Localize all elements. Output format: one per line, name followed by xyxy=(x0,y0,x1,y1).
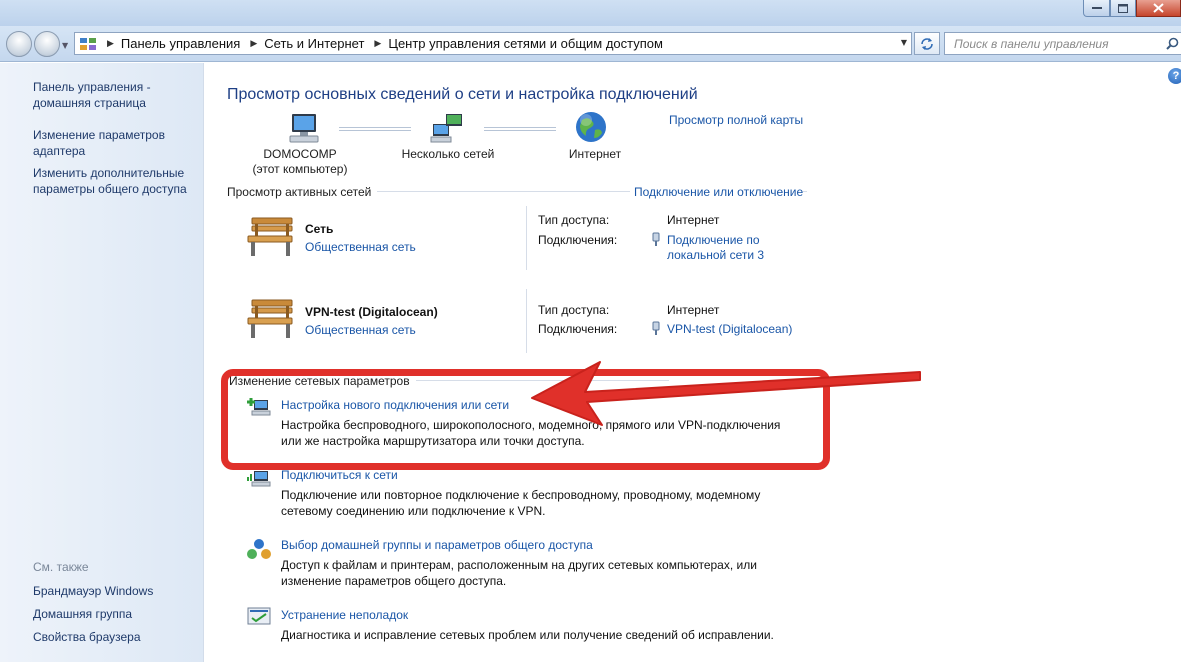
network-divider xyxy=(526,206,527,270)
sidebar: Панель управления - домашняя страница Из… xyxy=(0,63,204,662)
full-map-link[interactable]: Просмотр полной карты xyxy=(669,113,803,127)
task-description: Диагностика и исправление сетевых пробле… xyxy=(281,627,801,643)
computer-icon xyxy=(289,114,319,143)
computer-sub: (этот компьютер) xyxy=(252,162,348,176)
search-input[interactable]: Поиск в панели управления xyxy=(954,37,1109,51)
multiple-networks-icon xyxy=(430,114,462,143)
connections-label: Подключения: xyxy=(538,233,618,247)
minimize-button[interactable] xyxy=(1083,0,1110,17)
breadcrumb-separator-icon[interactable]: ▶ xyxy=(107,39,114,49)
minimize-icon xyxy=(1091,7,1102,9)
connect-disconnect-link[interactable]: Подключение или отключение xyxy=(630,185,804,199)
sidebar-control-panel-home-link[interactable]: Панель управления - домашняя страница xyxy=(33,79,198,111)
network-name: Сеть xyxy=(305,222,334,236)
connections-label: Подключения: xyxy=(538,322,618,336)
public-network-bench-icon xyxy=(247,217,293,256)
internet-globe-icon xyxy=(576,112,606,142)
task-description: Доступ к файлам и принтерам, расположенн… xyxy=(281,557,801,589)
help-icon[interactable]: ? xyxy=(1168,68,1181,84)
access-type-label: Тип доступа: xyxy=(538,213,610,227)
homegroup-sharing-link[interactable]: Выбор домашней группы и параметров общег… xyxy=(281,538,593,552)
network-type-link[interactable]: Общественная сеть xyxy=(305,323,416,337)
sidebar-adapter-settings-link[interactable]: Изменение параметров адаптера xyxy=(33,127,198,159)
task-description-line: Подключение или повторное подключение к … xyxy=(281,488,761,502)
access-type-value: Интернет xyxy=(667,213,720,227)
close-icon xyxy=(1153,3,1164,13)
breadcrumb-network-internet[interactable]: Сеть и Интернет xyxy=(264,36,364,51)
network-name: VPN-test (Digitalocean) xyxy=(305,305,438,319)
connection-link[interactable]: Подключение по локальной сети 3 xyxy=(667,233,764,263)
task-description-line: Диагностика и исправление сетевых пробле… xyxy=(281,628,774,642)
back-button[interactable] xyxy=(6,31,32,57)
network-divider xyxy=(526,289,527,353)
map-computer-label: DOMOCOMP (этот компьютер) xyxy=(245,147,355,177)
connection-link-line-1[interactable]: Подключение по xyxy=(667,233,764,248)
task-description-line: сетевому соединению или подключение к VP… xyxy=(281,504,546,518)
history-dropdown-icon[interactable]: ▼ xyxy=(62,41,68,50)
sidebar-sharing-settings-link[interactable]: Изменить дополнительные параметры общего… xyxy=(33,165,198,197)
troubleshoot-icon xyxy=(247,607,271,625)
task-description-line: изменение параметров общего доступа. xyxy=(281,574,507,588)
connect-to-network-icon xyxy=(247,471,271,487)
ethernet-icon xyxy=(652,321,660,335)
connection-link[interactable]: VPN-test (Digitalocean) xyxy=(667,322,792,337)
search-icon[interactable] xyxy=(1166,37,1179,50)
breadcrumb-separator-icon[interactable]: ▶ xyxy=(250,39,257,49)
forward-button[interactable] xyxy=(34,31,60,57)
see-also-browser-properties-link[interactable]: Свойства браузера xyxy=(33,629,198,645)
homegroup-icon xyxy=(247,539,271,559)
refresh-icon xyxy=(921,37,933,50)
see-also-heading: См. также xyxy=(33,560,89,574)
see-also-firewall-link[interactable]: Брандмауэр Windows xyxy=(33,583,198,599)
close-button[interactable] xyxy=(1136,0,1181,17)
control-panel-icon xyxy=(80,37,96,50)
breadcrumb-separator-icon[interactable]: ▶ xyxy=(374,39,381,49)
connect-to-network-link[interactable]: Подключиться к сети xyxy=(281,468,398,482)
breadcrumb-network-center[interactable]: Центр управления сетями и общим доступом xyxy=(388,36,663,51)
computer-name: DOMOCOMP xyxy=(263,147,337,161)
see-also-homegroup-link[interactable]: Домашняя группа xyxy=(33,606,198,622)
window-controls xyxy=(1083,0,1181,18)
address-bar[interactable]: ▶ Панель управления ▶ Сеть и Интернет ▶ … xyxy=(74,32,912,55)
maximize-button[interactable] xyxy=(1110,0,1136,17)
active-networks-heading: Просмотр активных сетей xyxy=(227,185,378,199)
access-type-label: Тип доступа: xyxy=(538,303,610,317)
access-type-value: Интернет xyxy=(667,303,720,317)
map-middle-label: Несколько сетей xyxy=(401,147,495,161)
navigation-bar: ▼ ▶ Панель управления ▶ Сеть и Интернет … xyxy=(0,26,1181,62)
connection-link-line-2[interactable]: локальной сети 3 xyxy=(667,248,764,263)
network-type-link[interactable]: Общественная сеть xyxy=(305,240,416,254)
task-description: Подключение или повторное подключение к … xyxy=(281,487,801,519)
ethernet-icon xyxy=(652,232,660,246)
refresh-button[interactable] xyxy=(914,32,940,55)
map-connector xyxy=(484,127,556,131)
page-title: Просмотр основных сведений о сети и наст… xyxy=(227,86,698,103)
public-network-bench-icon xyxy=(247,299,293,338)
troubleshoot-link[interactable]: Устранение неполадок xyxy=(281,608,408,622)
map-internet-label: Интернет xyxy=(568,147,622,161)
address-dropdown-icon[interactable]: ▼ xyxy=(901,38,907,47)
map-connector xyxy=(339,127,411,131)
title-bar xyxy=(0,0,1181,26)
maximize-icon xyxy=(1118,3,1128,13)
breadcrumb-control-panel[interactable]: Панель управления xyxy=(121,36,240,51)
highlight-box xyxy=(221,369,830,470)
task-description-line: Доступ к файлам и принтерам, расположенн… xyxy=(281,558,757,572)
search-box[interactable]: Поиск в панели управления xyxy=(944,32,1181,55)
